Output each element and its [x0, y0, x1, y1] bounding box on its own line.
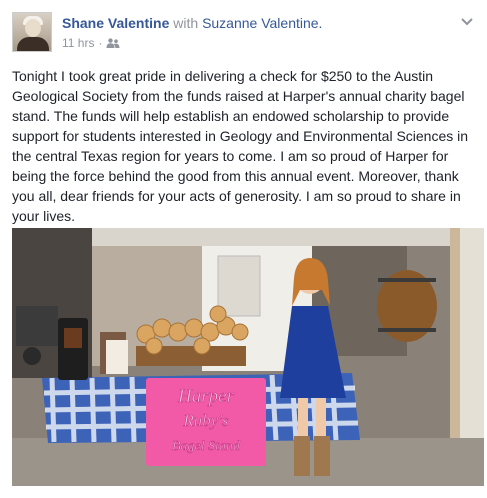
friends-icon[interactable] — [106, 38, 120, 48]
post-meta: 11 hrs · — [62, 36, 120, 50]
bagel-stand-photo-illustration: Harper Ruby's Bagel Stand — [12, 228, 484, 486]
post-timestamp[interactable]: 11 hrs — [62, 36, 94, 50]
post-author-line: Shane Valentine with Suzanne Valentine. — [62, 15, 322, 31]
meta-separator: · — [98, 36, 103, 50]
sign-line-2: Ruby's — [182, 411, 229, 430]
post-header: Shane Valentine with Suzanne Valentine. … — [12, 12, 475, 54]
sign-line-1: Harper — [177, 386, 235, 407]
author-avatar[interactable] — [12, 12, 52, 52]
post-body: Tonight I took great pride in delivering… — [12, 68, 469, 224]
sign-line-3: Bagel Stand — [172, 439, 241, 454]
with-label: with — [173, 15, 199, 31]
chevron-down-icon[interactable] — [459, 15, 475, 29]
author-name-link[interactable]: Shane Valentine — [62, 15, 169, 31]
tagged-person-link[interactable]: Suzanne Valentine. — [202, 15, 322, 31]
post-photo[interactable]: Harper Ruby's Bagel Stand — [12, 228, 484, 486]
